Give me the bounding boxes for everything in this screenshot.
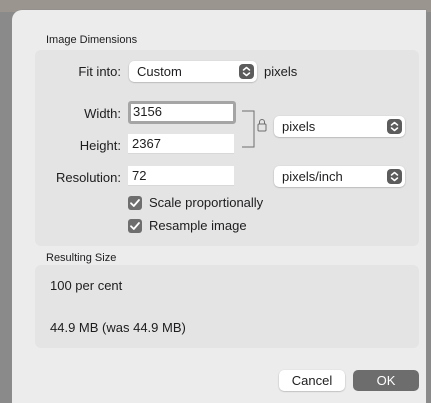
fit-into-label: Fit into: [78, 64, 121, 79]
checkmark-icon [128, 196, 142, 210]
fit-into-select[interactable]: Custom [129, 61, 257, 82]
chevron-updown-icon [239, 64, 254, 79]
cancel-button[interactable]: Cancel [279, 370, 345, 391]
resulting-size-title: Resulting Size [46, 252, 117, 264]
resample-image-label: Resample image [149, 218, 247, 233]
height-field[interactable]: 2367 [128, 134, 234, 154]
width-field[interactable]: 3156 [128, 101, 236, 124]
size-unit-select[interactable]: pixels [274, 116, 405, 137]
resolution-unit-select[interactable]: pixels/inch [274, 166, 405, 187]
fit-into-unit: pixels [264, 64, 298, 79]
fit-into-value: Custom [137, 64, 182, 79]
image-size-dialog: Image Dimensions Fit into: Custom pixels… [12, 10, 426, 403]
scale-proportionally-label: Scale proportionally [149, 195, 264, 210]
checkmark-icon [128, 219, 142, 233]
height-label: Height: [79, 138, 121, 153]
resolution-field[interactable]: 72 [128, 166, 234, 186]
chevron-updown-icon [387, 119, 402, 134]
resolution-label: Resolution: [55, 170, 121, 185]
resulting-percent: 100 per cent [50, 278, 123, 293]
lock-icon[interactable] [256, 118, 268, 137]
ok-button[interactable]: OK [353, 370, 419, 391]
size-unit-value: pixels [282, 119, 316, 134]
chevron-updown-icon [387, 169, 402, 184]
resulting-file-size: 44.9 MB (was 44.9 MB) [50, 320, 186, 335]
image-dimensions-title: Image Dimensions [46, 34, 138, 46]
width-label: Width: [84, 106, 121, 121]
resolution-unit-value: pixels/inch [282, 169, 343, 184]
